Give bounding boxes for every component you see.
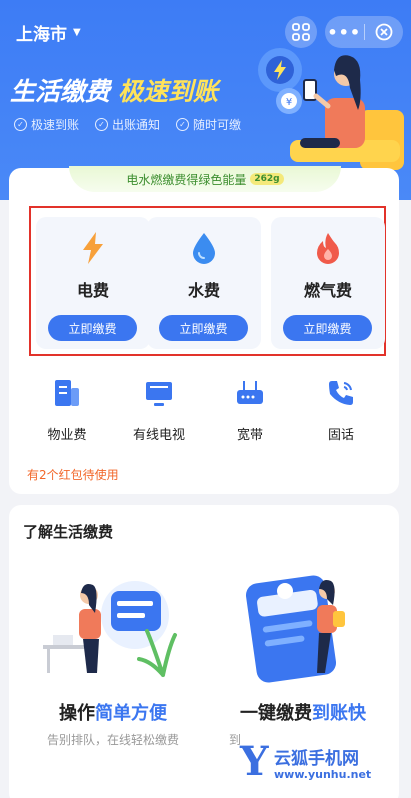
- phone-icon: [296, 378, 386, 410]
- check-circle-icon: ✓: [95, 118, 109, 131]
- service-cable-tv[interactable]: 有线电视: [114, 378, 204, 443]
- pay-now-button[interactable]: 立即缴费: [48, 315, 137, 341]
- close-button[interactable]: [364, 23, 403, 41]
- green-energy-text: 电水燃缴费得绿色能量: [126, 172, 247, 187]
- check-circle-icon: ✓: [14, 118, 27, 131]
- utility-tile-gas[interactable]: 燃气费 立即缴费: [271, 217, 385, 349]
- site-watermark: Y 云狐手机网 www.yunhu.net: [236, 738, 411, 798]
- city-name: 上海市: [16, 25, 67, 45]
- hero-tags: ✓ 极速到账 ✓ 出账通知 ✓ 随时可缴: [14, 116, 241, 133]
- green-energy-banner[interactable]: 电水燃缴费得绿色能量 262g: [69, 166, 341, 192]
- pay-now-button[interactable]: 立即缴费: [159, 315, 248, 341]
- hero-tag-label: 出账通知: [112, 118, 161, 132]
- hero-title-main: 生活缴费: [10, 77, 111, 106]
- city-selector[interactable]: 上海市 ▼: [16, 20, 81, 45]
- woman-easy-operation-illustration: [43, 581, 177, 677]
- more-button[interactable]: •••: [325, 23, 364, 42]
- hero-tag: ✓ 随时可缴: [176, 116, 241, 133]
- utility-name: 水费: [187, 281, 220, 300]
- service-label: 有线电视: [132, 428, 185, 443]
- check-circle-icon: ✓: [176, 118, 190, 131]
- service-broadband[interactable]: 宽带: [205, 378, 295, 443]
- phone-payment-illustration: [245, 575, 345, 683]
- watermark-name: 云狐手机网: [274, 749, 359, 769]
- close-icon: [375, 23, 393, 41]
- watermark-logo-letter: Y: [240, 738, 269, 785]
- feature-title: 操作简单方便: [23, 699, 203, 725]
- scan-icon: [292, 23, 310, 41]
- service-landline[interactable]: 固话: [296, 378, 386, 443]
- feature-title: 一键缴费到账快: [213, 699, 393, 725]
- hero-tag: ✓ 极速到账: [14, 116, 79, 133]
- building-icon: [22, 378, 112, 410]
- feature-title-highlight: 简单方便: [95, 703, 167, 724]
- utility-name: 电费: [76, 281, 109, 300]
- service-label: 固话: [327, 428, 354, 443]
- utilities-card: 电水燃缴费得绿色能量 262g 电费 立即缴费 水费 立即缴费 燃气费 立即缴费…: [9, 166, 399, 494]
- hero-title: 生活缴费 极速到账: [10, 72, 218, 108]
- flame-icon: [271, 231, 385, 265]
- caret-down-icon: ▼: [73, 27, 81, 38]
- feature-title-plain: 操作: [59, 703, 95, 724]
- feature-desc: 告别排队，在线轻松缴费: [46, 733, 179, 747]
- hero-tag-label: 随时可缴: [193, 118, 242, 132]
- utility-name: 燃气费: [303, 281, 352, 300]
- energy-badge: 262g: [250, 173, 284, 185]
- service-label: 物业费: [47, 428, 87, 443]
- watermark-url: www.yunhu.net: [274, 768, 372, 781]
- hero-tag-label: 极速到账: [31, 118, 80, 132]
- lightning-icon: [36, 231, 150, 265]
- tv-icon: [114, 378, 204, 410]
- section-title: 了解生活缴费: [23, 523, 114, 541]
- router-icon: [205, 378, 295, 410]
- feature-title-highlight: 到账快: [312, 703, 366, 724]
- utility-tile-electricity[interactable]: 电费 立即缴费: [36, 217, 150, 349]
- utility-tile-water[interactable]: 水费 立即缴费: [147, 217, 261, 349]
- hero-title-accent: 极速到账: [118, 77, 219, 106]
- feature-title-plain: 一键缴费: [240, 703, 312, 724]
- red-packet-notice[interactable]: 有2个红包待使用: [27, 466, 119, 483]
- service-property-fee[interactable]: 物业费: [22, 378, 112, 443]
- woman-with-phone-illustration: [290, 55, 404, 170]
- service-label: 宽带: [236, 428, 263, 443]
- hero-tag: ✓ 出账通知: [95, 116, 160, 133]
- water-drop-icon: [147, 231, 261, 265]
- pay-now-button[interactable]: 立即缴费: [283, 315, 372, 341]
